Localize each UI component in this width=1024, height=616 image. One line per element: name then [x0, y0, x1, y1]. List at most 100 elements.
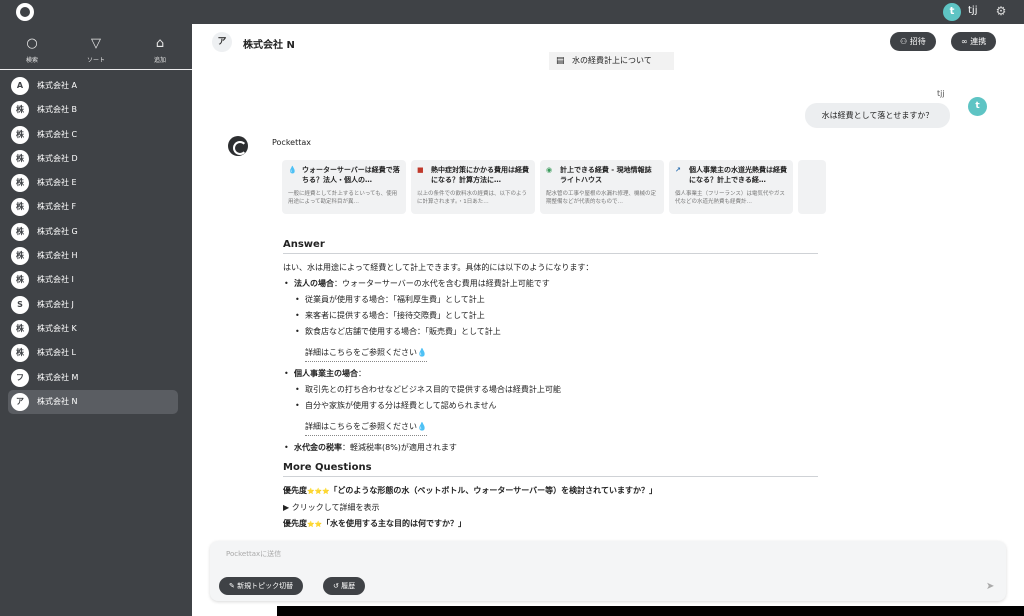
invite-button[interactable]: ⚇ 招待 [890, 32, 936, 51]
list-item: 個人事業主の場合： [283, 366, 818, 382]
company-name: 株式会社 F [37, 202, 77, 212]
company-avatar: ア [212, 32, 232, 52]
company-badge: 株 [11, 149, 29, 168]
source-snippet: 個人事業主（フリーランス）は電気代やガス代などの水道光熱費も経費計… [675, 191, 785, 205]
new-topic-button[interactable]: ✎ 新規トピック切替 [219, 577, 304, 595]
company-badge: S [11, 295, 29, 314]
link-button[interactable]: ∞ 連携 [951, 32, 997, 51]
answer-intro: はい、水は用途によって経費として計上できます。具体的には以下のようになります： [283, 263, 594, 272]
list-item[interactable]: 株株式会社 B [8, 98, 178, 122]
history-button[interactable]: ↺ 履歴 [323, 577, 366, 595]
list-item[interactable]: 株株式会社 K [8, 317, 178, 341]
star-icon: ⭐⭐⭐ [307, 488, 330, 495]
source-title: 計上できる経費 - 現地情報誌ライトハウス [560, 166, 652, 184]
link-icon: ∞ [961, 37, 971, 46]
message-input[interactable]: Pockettaxに送信 [226, 549, 281, 559]
page-title: 株式会社 N [243, 40, 295, 51]
reference-link[interactable]: 詳細はこちらをご参照ください💧 [305, 345, 427, 362]
send-icon[interactable]: ➤ [986, 581, 994, 592]
list-item[interactable]: 株株式会社 F [8, 195, 178, 219]
list-item: 従業員が使用する場合：「福利厚生費」として計上 [283, 292, 818, 308]
history-icon: ↺ [333, 582, 342, 590]
corp-title: 法人の場合 [294, 279, 334, 288]
list-item[interactable]: 株株式会社 D [8, 147, 178, 171]
company-badge: 株 [11, 222, 29, 241]
source-snippet: 一般に経費として計上するといっても、使用用途によって勘定科目が異… [288, 191, 398, 205]
expand-toggle[interactable]: ▶ クリックして詳細を表示 [283, 500, 818, 516]
company-name: 株式会社 G [37, 226, 78, 236]
list-item[interactable]: S 株式会社 J [8, 293, 178, 317]
list-item[interactable]: 株株式会社 L [8, 341, 178, 365]
add-button[interactable]: ⌂ 追加 [140, 36, 180, 64]
list-item-selected[interactable]: ア株式会社 N [8, 389, 178, 415]
gear-icon[interactable]: ⚙ [994, 4, 1008, 18]
source-title: 熱中症対策にかかる費用は経費になる？計算方法に… [431, 166, 529, 184]
message-user-avatar: t [968, 97, 987, 116]
filter-icon: ▽ [91, 36, 101, 51]
history-label: 履歴 [341, 582, 356, 590]
company-name: 株式会社 D [37, 153, 78, 163]
star-icon: ⭐⭐ [307, 521, 322, 528]
list-item: 自分や家族が使用する分は経費として認められません [283, 398, 818, 414]
more-sources-card[interactable] [798, 160, 826, 214]
indiv-title: 個人事業主の場合 [294, 369, 358, 378]
sidebar: ○ 検索 ▽ ソート ⌂ 追加 A 株式会社 A 株株式会社 B 株株式会社 C … [0, 24, 192, 616]
app-logo[interactable] [16, 3, 34, 21]
source-card[interactable]: ↗ 個人事業主の水道光熱費は経費になる？計上できる経… 個人事業主（フリーランス）… [669, 160, 793, 214]
bot-name: Pockettax [272, 138, 312, 147]
company-badge: 株 [11, 271, 29, 290]
add-user-icon: ⚇ [900, 37, 910, 46]
company-badge: 株 [11, 101, 29, 120]
site-favicon-icon: ◉ [546, 166, 553, 174]
add-label: 追加 [153, 57, 166, 64]
source-snippet: 配水管の工事や屋根の水漏れ修理、機械の定期整備などが代表的なもので… [546, 191, 657, 205]
company-name: 株式会社 I [37, 275, 74, 285]
sort-label: ソート [86, 57, 105, 64]
question-2[interactable]: 優先度⭐⭐「水を使用する主な目的は何ですか？」 [283, 516, 818, 533]
sidebar-divider [0, 69, 192, 70]
list-item[interactable]: 株株式会社 I [8, 268, 178, 292]
source-cards: 💧 ウォーターサーバーは経費で落ちる？法人・個人の… 一般に経費として計上するとい… [282, 160, 826, 214]
priority-label: 優先度 [283, 519, 307, 528]
source-card[interactable]: 💧 ウォーターサーバーは経費で落ちる？法人・個人の… 一般に経費として計上するとい… [282, 160, 406, 214]
company-badge: ア [11, 392, 29, 411]
list-item: 来客者に提供する場合：「接待交際費」として計上 [283, 308, 818, 324]
list-item[interactable]: 株株式会社 E [8, 171, 178, 195]
tax-title: 水代金の税率 [294, 443, 342, 452]
list-item[interactable]: A 株式会社 A [8, 74, 178, 98]
chat-main: ア 株式会社 N ⚇ 招待 ∞ 連携 ▤ 水の経費計上について tjj 水は経費と… [192, 24, 1024, 616]
bottom-strip [277, 606, 1024, 616]
answer-body: Answer はい、水は用途によって経費として計上できます。具体的には以下のよう… [283, 239, 818, 533]
company-badge: 株 [11, 174, 29, 193]
invite-label: 招待 [909, 37, 926, 46]
chat-icon: ▤ [556, 56, 565, 66]
source-card[interactable]: ■ 熱中症対策にかかる費用は経費になる？計算方法に… 以上の条件での飲料水の経費は… [411, 160, 535, 214]
list-item[interactable]: 株株式会社 C [8, 123, 178, 147]
question-1[interactable]: 優先度⭐⭐⭐「どのような形態の水（ペットボトル、ウォーターサーバー等）を検討され… [283, 483, 818, 500]
topic-label: 水の経費計上について [572, 56, 652, 65]
new-topic-label: 新規トピック切替 [237, 582, 294, 590]
search-button[interactable]: ○ 検索 [12, 36, 52, 64]
indiv-colon: ： [358, 369, 366, 378]
list-item[interactable]: 株株式会社 H [8, 244, 178, 268]
reference-link[interactable]: 詳細はこちらをご参照ください💧 [305, 419, 427, 436]
edit-icon: ✎ [229, 582, 238, 590]
company-badge: 株 [11, 319, 29, 338]
message-user-name: tjj [937, 89, 945, 98]
list-item[interactable]: 株株式会社 G [8, 220, 178, 244]
list-item[interactable]: フ株式会社 M [8, 366, 178, 390]
source-card[interactable]: ◉ 計上できる経費 - 現地情報誌ライトハウス 配水管の工事や屋根の水漏れ修理、機… [540, 160, 664, 214]
company-name: 株式会社 E [37, 178, 77, 188]
source-title: 個人事業主の水道光熱費は経費になる？計上できる経… [689, 166, 787, 184]
add-home-icon: ⌂ [155, 36, 165, 51]
company-name: 株式会社 C [37, 129, 78, 139]
user-name[interactable]: tjj [968, 5, 977, 16]
list-item: 法人の場合：ウォーターサーバーの水代を含む費用は経費計上可能です [283, 276, 818, 292]
message-composer[interactable]: Pockettaxに送信 ✎ 新規トピック切替 ↺ 履歴 ➤ [210, 541, 1006, 601]
more-questions-heading: More Questions [283, 462, 818, 477]
source-title: ウォーターサーバーは経費で落ちる？法人・個人の… [302, 166, 400, 184]
sort-button[interactable]: ▽ ソート [76, 36, 116, 64]
sidebar-tools: ○ 検索 ▽ ソート ⌂ 追加 [0, 32, 192, 70]
user-avatar[interactable]: t [943, 3, 961, 21]
search-label: 検索 [25, 57, 38, 64]
